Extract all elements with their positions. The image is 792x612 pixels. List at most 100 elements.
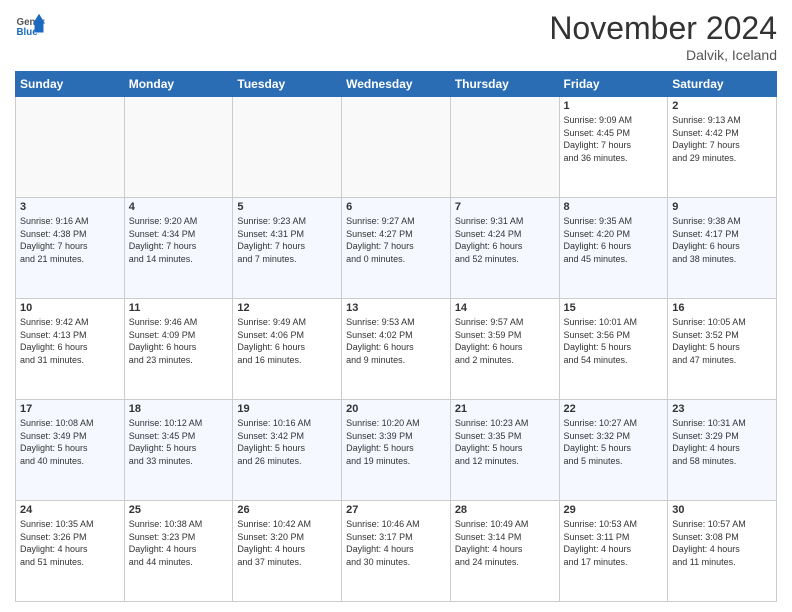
- table-row: 25 Sunrise: 10:38 AM Sunset: 3:23 PM Dayl…: [124, 501, 233, 602]
- table-row: 24 Sunrise: 10:35 AM Sunset: 3:26 PM Dayl…: [16, 501, 125, 602]
- day-info: Sunrise: 9:49 AM Sunset: 4:06 PM Dayligh…: [237, 316, 337, 366]
- table-row: 13 Sunrise: 9:53 AM Sunset: 4:02 PM Dayli…: [342, 299, 451, 400]
- day-info: Sunrise: 10:27 AM Sunset: 3:32 PM Daylig…: [564, 417, 664, 467]
- table-row: 15Sunrise: 10:01 AM Sunset: 3:56 PM Dayl…: [559, 299, 668, 400]
- table-row: 22 Sunrise: 10:27 AM Sunset: 3:32 PM Dayl…: [559, 400, 668, 501]
- logo-icon: General Blue: [15, 10, 45, 40]
- table-row: 10Sunrise: 9:42 AM Sunset: 4:13 PM Dayli…: [16, 299, 125, 400]
- day-info: Sunrise: 9:42 AM Sunset: 4:13 PM Dayligh…: [20, 316, 120, 366]
- day-info: Sunrise: 10:23 AM Sunset: 3:35 PM Daylig…: [455, 417, 555, 467]
- day-number: 26: [237, 504, 337, 516]
- table-row: [450, 97, 559, 198]
- day-info: Sunrise: 10:57 AM Sunset: 3:08 PM Daylig…: [672, 518, 772, 568]
- day-number: 17: [20, 403, 120, 415]
- day-info: Sunrise: 10:35 AM Sunset: 3:26 PM Daylig…: [20, 518, 120, 568]
- day-info: Sunrise: 9:38 AM Sunset: 4:17 PM Dayligh…: [672, 215, 772, 265]
- table-row: 9 Sunrise: 9:38 AM Sunset: 4:17 PM Daylig…: [668, 198, 777, 299]
- day-number: 28: [455, 504, 555, 516]
- table-row: 26Sunrise: 10:42 AM Sunset: 3:20 PM Dayl…: [233, 501, 342, 602]
- table-row: 23Sunrise: 10:31 AM Sunset: 3:29 PM Dayl…: [668, 400, 777, 501]
- day-info: Sunrise: 9:46 AM Sunset: 4:09 PM Dayligh…: [129, 316, 229, 366]
- table-row: 14 Sunrise: 9:57 AM Sunset: 3:59 PM Dayli…: [450, 299, 559, 400]
- day-info: Sunrise: 10:46 AM Sunset: 3:17 PM Daylig…: [346, 518, 446, 568]
- day-number: 22: [564, 403, 664, 415]
- table-row: 30 Sunrise: 10:57 AM Sunset: 3:08 PM Dayl…: [668, 501, 777, 602]
- day-number: 24: [20, 504, 120, 516]
- header-monday: Monday: [124, 72, 233, 97]
- day-info: Sunrise: 10:16 AM Sunset: 3:42 PM Daylig…: [237, 417, 337, 467]
- header-saturday: Saturday: [668, 72, 777, 97]
- table-row: 12 Sunrise: 9:49 AM Sunset: 4:06 PM Dayli…: [233, 299, 342, 400]
- day-info: Sunrise: 10:20 AM Sunset: 3:39 PM Daylig…: [346, 417, 446, 467]
- logo: General Blue: [15, 10, 45, 40]
- day-number: 11: [129, 302, 229, 314]
- day-number: 1: [564, 100, 664, 112]
- header-sunday: Sunday: [16, 72, 125, 97]
- table-row: 7 Sunrise: 9:31 AM Sunset: 4:24 PM Daylig…: [450, 198, 559, 299]
- day-number: 13: [346, 302, 446, 314]
- table-row: 6Sunrise: 9:27 AM Sunset: 4:27 PM Daylig…: [342, 198, 451, 299]
- table-row: 18Sunrise: 10:12 AM Sunset: 3:45 PM Dayl…: [124, 400, 233, 501]
- day-number: 12: [237, 302, 337, 314]
- calendar-table: Sunday Monday Tuesday Wednesday Thursday…: [15, 71, 777, 602]
- day-number: 23: [672, 403, 772, 415]
- table-row: 11 Sunrise: 9:46 AM Sunset: 4:09 PM Dayli…: [124, 299, 233, 400]
- table-row: [16, 97, 125, 198]
- table-row: [342, 97, 451, 198]
- table-row: 28 Sunrise: 10:49 AM Sunset: 3:14 PM Dayl…: [450, 501, 559, 602]
- day-info: Sunrise: 10:38 AM Sunset: 3:23 PM Daylig…: [129, 518, 229, 568]
- table-row: 8 Sunrise: 9:35 AM Sunset: 4:20 PM Daylig…: [559, 198, 668, 299]
- day-number: 27: [346, 504, 446, 516]
- table-row: 29Sunrise: 10:53 AM Sunset: 3:11 PM Dayl…: [559, 501, 668, 602]
- day-number: 2: [672, 100, 772, 112]
- day-number: 8: [564, 201, 664, 213]
- page: General Blue November 2024 Dalvik, Icela…: [0, 0, 792, 612]
- table-row: 3 Sunrise: 9:16 AM Sunset: 4:38 PM Daylig…: [16, 198, 125, 299]
- table-row: 5 Sunrise: 9:23 AM Sunset: 4:31 PM Daylig…: [233, 198, 342, 299]
- day-number: 9: [672, 201, 772, 213]
- table-row: 27 Sunrise: 10:46 AM Sunset: 3:17 PM Dayl…: [342, 501, 451, 602]
- header-tuesday: Tuesday: [233, 72, 342, 97]
- day-info: Sunrise: 9:20 AM Sunset: 4:34 PM Dayligh…: [129, 215, 229, 265]
- day-info: Sunrise: 10:01 AM Sunset: 3:56 PM Daylig…: [564, 316, 664, 366]
- day-number: 4: [129, 201, 229, 213]
- table-row: 1 Sunrise: 9:09 AM Sunset: 4:45 PM Daylig…: [559, 97, 668, 198]
- table-row: [124, 97, 233, 198]
- calendar-week-3: 10Sunrise: 9:42 AM Sunset: 4:13 PM Dayli…: [16, 299, 777, 400]
- day-info: Sunrise: 9:16 AM Sunset: 4:38 PM Dayligh…: [20, 215, 120, 265]
- day-number: 16: [672, 302, 772, 314]
- header-wednesday: Wednesday: [342, 72, 451, 97]
- day-number: 30: [672, 504, 772, 516]
- calendar-week-2: 3 Sunrise: 9:16 AM Sunset: 4:38 PM Daylig…: [16, 198, 777, 299]
- day-number: 7: [455, 201, 555, 213]
- day-info: Sunrise: 9:23 AM Sunset: 4:31 PM Dayligh…: [237, 215, 337, 265]
- day-info: Sunrise: 9:35 AM Sunset: 4:20 PM Dayligh…: [564, 215, 664, 265]
- day-number: 21: [455, 403, 555, 415]
- month-title: November 2024: [549, 10, 777, 47]
- day-number: 25: [129, 504, 229, 516]
- day-number: 19: [237, 403, 337, 415]
- day-number: 14: [455, 302, 555, 314]
- calendar-week-1: 1 Sunrise: 9:09 AM Sunset: 4:45 PM Daylig…: [16, 97, 777, 198]
- day-info: Sunrise: 10:05 AM Sunset: 3:52 PM Daylig…: [672, 316, 772, 366]
- table-row: 21 Sunrise: 10:23 AM Sunset: 3:35 PM Dayl…: [450, 400, 559, 501]
- day-number: 5: [237, 201, 337, 213]
- table-row: 4 Sunrise: 9:20 AM Sunset: 4:34 PM Daylig…: [124, 198, 233, 299]
- day-info: Sunrise: 10:08 AM Sunset: 3:49 PM Daylig…: [20, 417, 120, 467]
- header-thursday: Thursday: [450, 72, 559, 97]
- day-info: Sunrise: 10:49 AM Sunset: 3:14 PM Daylig…: [455, 518, 555, 568]
- day-info: Sunrise: 9:09 AM Sunset: 4:45 PM Dayligh…: [564, 114, 664, 164]
- table-row: 19 Sunrise: 10:16 AM Sunset: 3:42 PM Dayl…: [233, 400, 342, 501]
- table-row: 16 Sunrise: 10:05 AM Sunset: 3:52 PM Dayl…: [668, 299, 777, 400]
- day-info: Sunrise: 9:31 AM Sunset: 4:24 PM Dayligh…: [455, 215, 555, 265]
- table-row: [233, 97, 342, 198]
- day-info: Sunrise: 10:53 AM Sunset: 3:11 PM Daylig…: [564, 518, 664, 568]
- header-friday: Friday: [559, 72, 668, 97]
- day-info: Sunrise: 9:57 AM Sunset: 3:59 PM Dayligh…: [455, 316, 555, 366]
- subtitle: Dalvik, Iceland: [549, 47, 777, 63]
- day-info: Sunrise: 9:13 AM Sunset: 4:42 PM Dayligh…: [672, 114, 772, 164]
- calendar-week-5: 24 Sunrise: 10:35 AM Sunset: 3:26 PM Dayl…: [16, 501, 777, 602]
- day-number: 3: [20, 201, 120, 213]
- day-info: Sunrise: 9:53 AM Sunset: 4:02 PM Dayligh…: [346, 316, 446, 366]
- table-row: 2 Sunrise: 9:13 AM Sunset: 4:42 PM Daylig…: [668, 97, 777, 198]
